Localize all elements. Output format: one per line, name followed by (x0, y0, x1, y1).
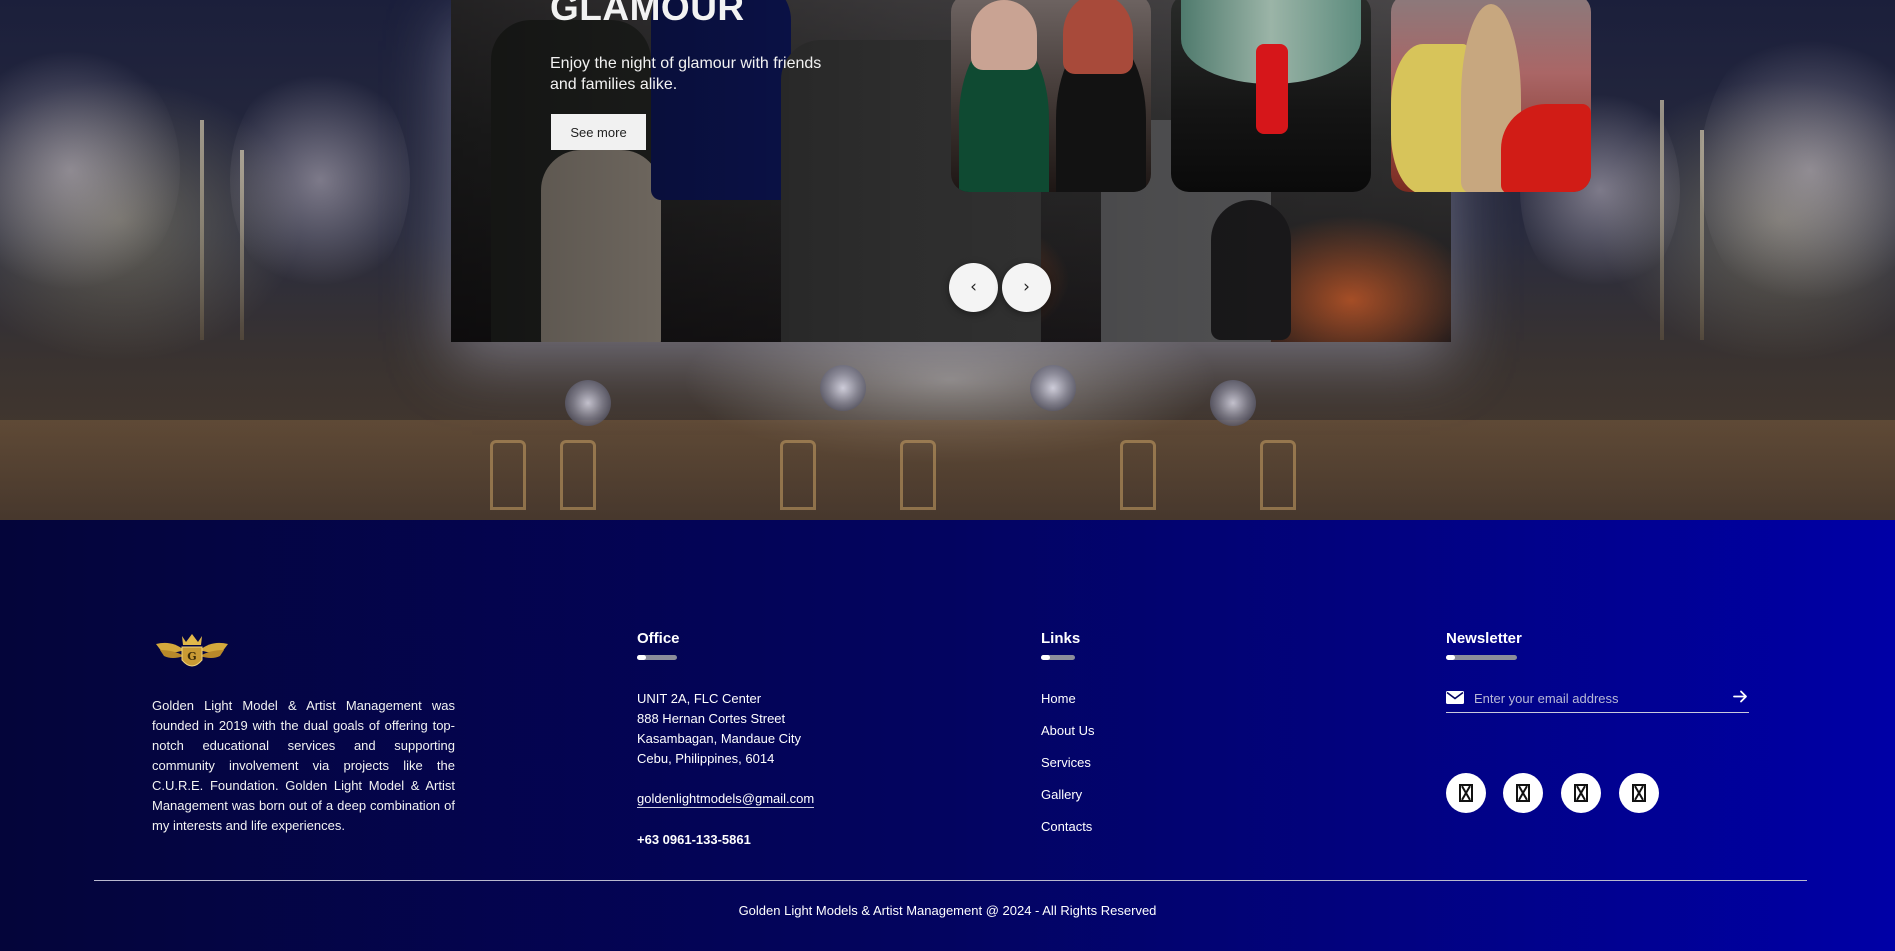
stage-spotlight (1210, 380, 1256, 426)
venue-chair (780, 440, 816, 510)
envelope-icon (1446, 691, 1464, 704)
venue-chair (490, 440, 526, 510)
missing-glyph-icon (1459, 784, 1473, 802)
title-underline (637, 655, 677, 660)
title-underline (1446, 655, 1517, 660)
thumbnail-figure (1063, 0, 1133, 74)
office-address-line: Kasambagan, Mandaue City (637, 731, 802, 746)
missing-glyph-icon (1516, 784, 1530, 802)
about-text: Golden Light Model & Artist Management w… (152, 698, 455, 833)
svg-text:G: G (187, 650, 196, 663)
newsletter-title: Newsletter (1446, 630, 1522, 647)
carousel-thumbnail[interactable] (1171, 0, 1371, 192)
footer-divider (94, 880, 1807, 881)
social-icon-button[interactable] (1619, 773, 1659, 813)
footer-link-about-us[interactable]: About Us (1041, 723, 1094, 738)
flower-decoration (1700, 20, 1895, 320)
candle-stand (1660, 100, 1664, 340)
stage-spotlight (1030, 365, 1076, 411)
slide-description: Enjoy the night of glamour with friends … (550, 55, 822, 93)
newsletter-form (1446, 683, 1749, 713)
flower-decoration (0, 40, 180, 300)
chevron-left-icon: ‹ (970, 277, 977, 297)
venue-chair (560, 440, 596, 510)
thumbnail-figure (1256, 44, 1288, 134)
venue-chair (1120, 440, 1156, 510)
social-icon-button[interactable] (1503, 773, 1543, 813)
links-title: Links (1041, 630, 1081, 647)
office-email-link[interactable]: goldenlightmodels@gmail.com (637, 791, 815, 808)
carousel-thumbnail[interactable] (1391, 0, 1591, 192)
office-address-line: Cebu, Philippines, 6014 (637, 751, 775, 766)
footer-link-gallery[interactable]: Gallery (1041, 787, 1082, 802)
social-icon-button[interactable] (1446, 773, 1486, 813)
stage-spotlight (820, 365, 866, 411)
venue-floor (0, 420, 1895, 520)
footer-link-contacts[interactable]: Contacts (1041, 819, 1092, 834)
venue-chair (1260, 440, 1296, 510)
office-address-line: UNIT 2A, FLC Center (637, 691, 762, 706)
carousel-thumbnail[interactable] (951, 0, 1151, 192)
office-phone: +63 0961-133-5861 (637, 832, 751, 847)
missing-glyph-icon (1574, 784, 1588, 802)
flower-decoration (230, 60, 410, 300)
missing-glyph-icon (1632, 784, 1646, 802)
social-icon-button[interactable] (1561, 773, 1601, 813)
chevron-right-icon: › (1023, 277, 1030, 297)
thumbnail-figure (1501, 104, 1591, 192)
carousel-prev-button[interactable]: ‹ (949, 263, 998, 312)
venue-chair (900, 440, 936, 510)
arrow-right-icon[interactable] (1732, 688, 1749, 705)
see-more-button[interactable]: See more (551, 114, 646, 150)
footer-link-services[interactable]: Services (1041, 755, 1091, 770)
stage-spotlight (565, 380, 611, 426)
hero-section: GLAMOUR Enjoy the night of glamour with … (0, 0, 1895, 520)
thumbnail-figure (971, 0, 1037, 70)
site-footer: G Golden Light Model & Artist Management… (0, 520, 1895, 951)
carousel-next-button[interactable]: › (1002, 263, 1051, 312)
footer-link-home[interactable]: Home (1041, 691, 1076, 706)
office-address-line: 888 Hernan Cortes Street (637, 711, 786, 726)
candle-stand (1700, 130, 1704, 340)
brand-logo[interactable]: G (152, 630, 232, 674)
candle-stand (240, 150, 244, 340)
copyright-text: Golden Light Models & Artist Management … (738, 903, 1157, 918)
thumbnail-figure (1391, 44, 1471, 192)
title-underline (1041, 655, 1075, 660)
office-title: Office (637, 630, 680, 647)
slide-title: GLAMOUR (550, 0, 745, 28)
candle-stand (200, 120, 204, 340)
newsletter-email-input[interactable] (1474, 686, 1724, 710)
